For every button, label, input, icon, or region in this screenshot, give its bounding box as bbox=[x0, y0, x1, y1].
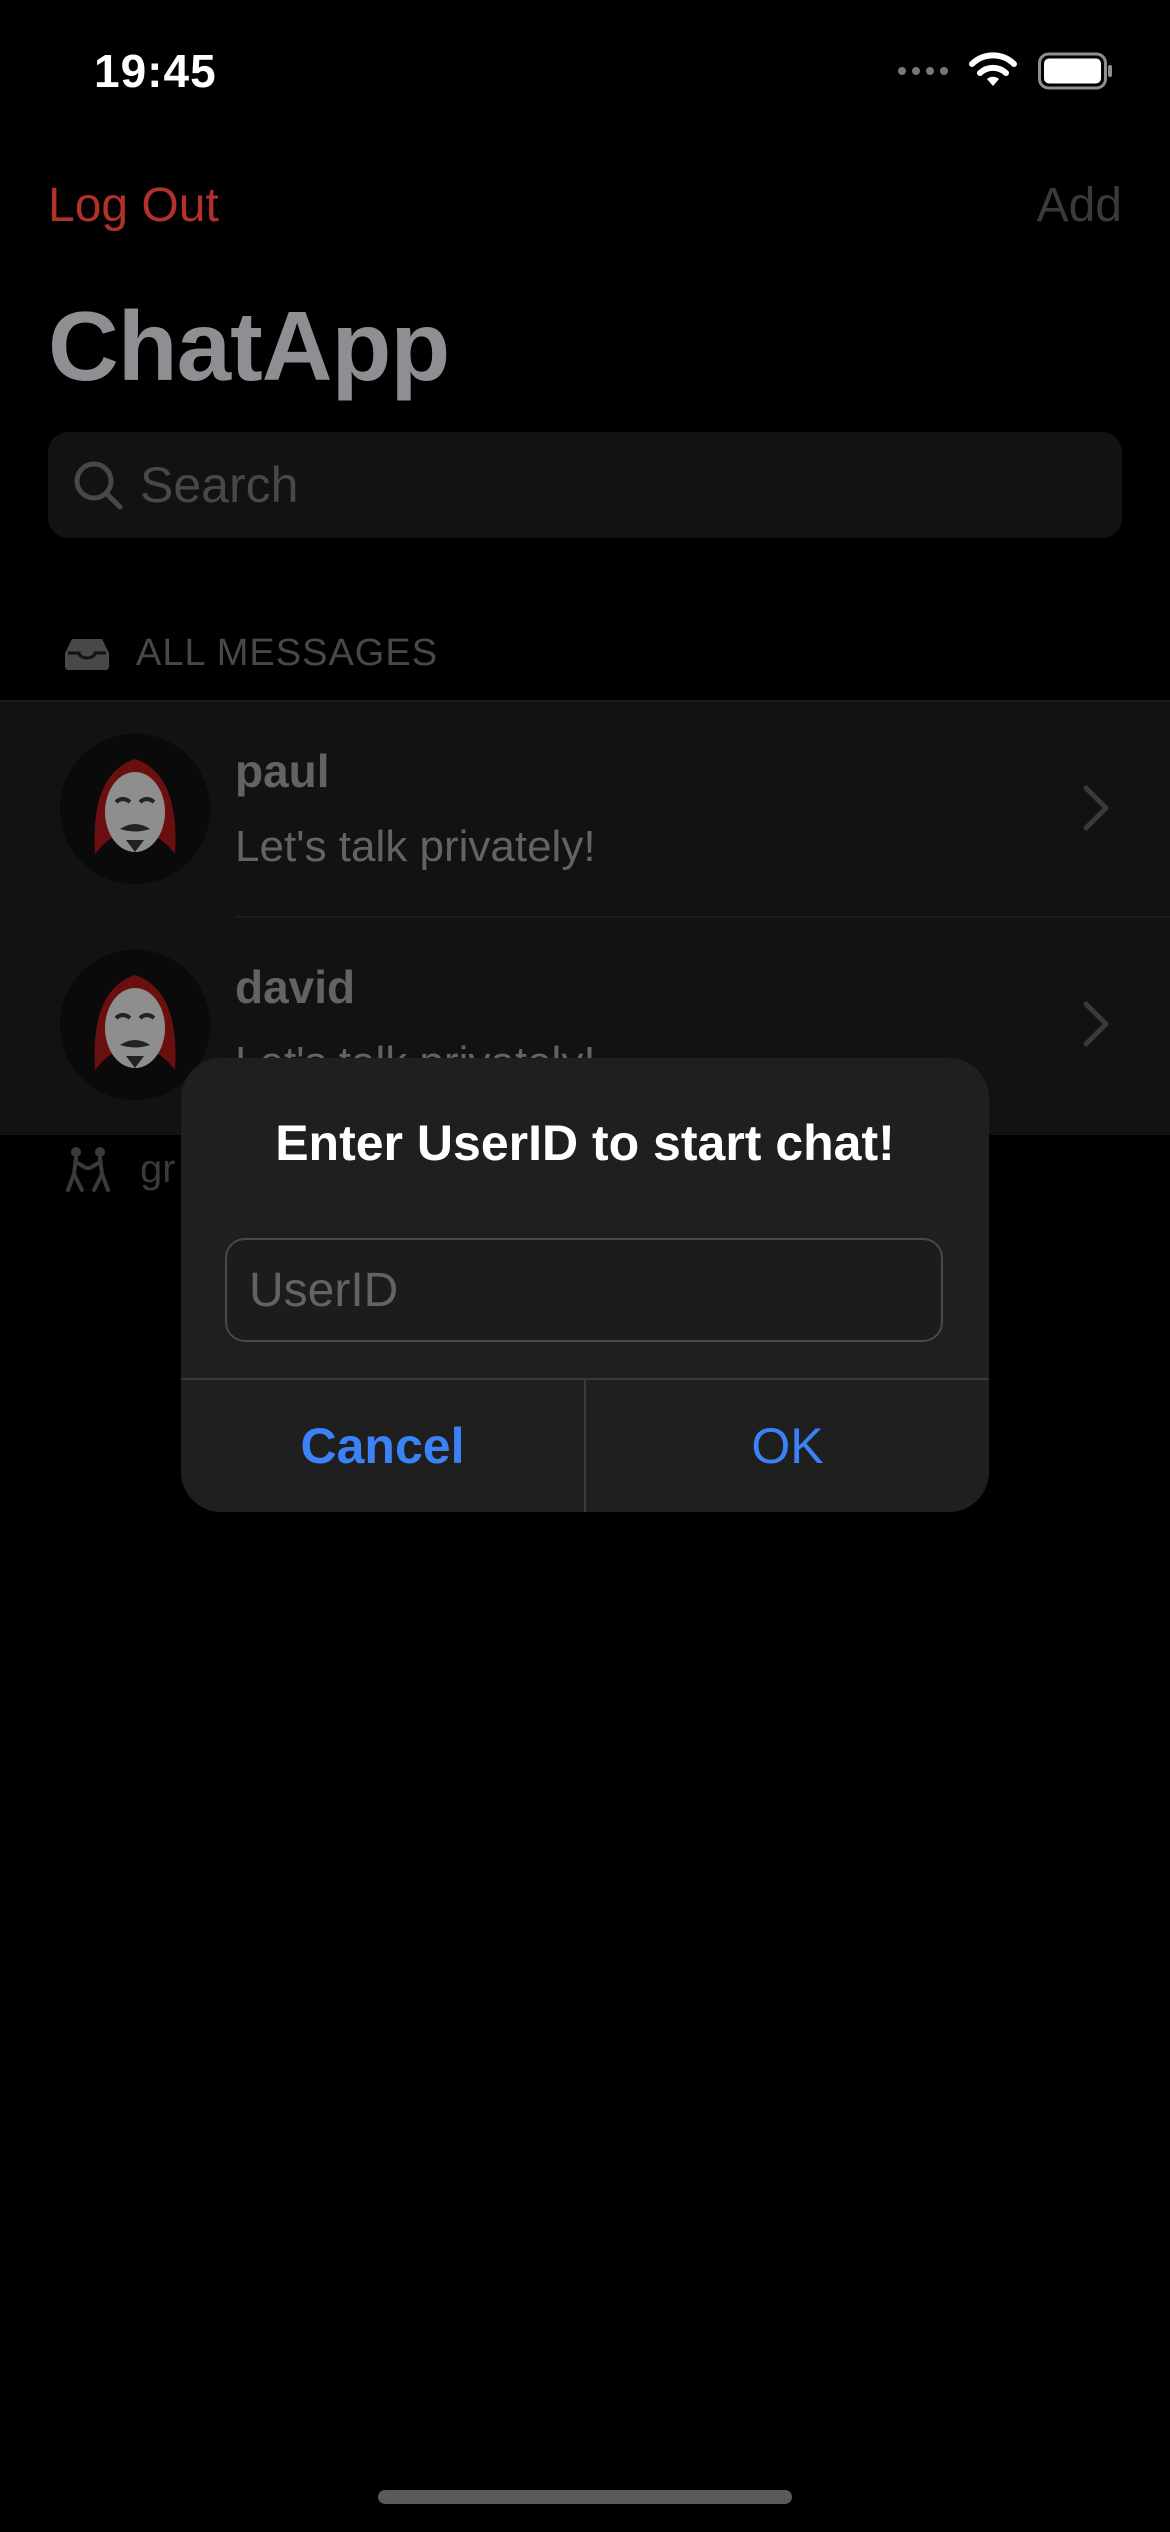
page-title: ChatApp bbox=[48, 291, 450, 401]
chat-name: paul bbox=[235, 745, 330, 797]
search-icon bbox=[74, 461, 123, 510]
mask-avatar-icon bbox=[60, 734, 210, 884]
screen: 19:45 Log Out Add ChatApp Search ALL MES… bbox=[0, 0, 1170, 2532]
home-indicator[interactable] bbox=[378, 2490, 792, 2504]
userid-field[interactable] bbox=[225, 1238, 943, 1342]
add-button[interactable]: Add bbox=[1037, 178, 1122, 233]
tray-icon bbox=[65, 638, 109, 670]
search-placeholder: Search bbox=[140, 457, 299, 513]
ok-button[interactable]: OK bbox=[586, 1380, 989, 1512]
groups-header: gr bbox=[64, 1146, 176, 1192]
all-messages-label: ALL MESSAGES bbox=[136, 632, 439, 674]
userid-input[interactable] bbox=[227, 1239, 941, 1341]
battery-icon bbox=[1038, 52, 1112, 90]
cellular-signal-icon bbox=[898, 67, 948, 75]
chat-name: david bbox=[235, 961, 356, 1013]
chevron-right-icon bbox=[1083, 1001, 1109, 1047]
start-chat-alert: Enter UserID to start chat! Cancel OK bbox=[181, 1058, 989, 1512]
wifi-icon bbox=[969, 52, 1017, 86]
all-messages-header: ALL MESSAGES bbox=[64, 632, 438, 675]
search-bar[interactable]: Search bbox=[48, 432, 1122, 538]
alert-title: Enter UserID to start chat! bbox=[275, 1115, 895, 1171]
log-out-button[interactable]: Log Out bbox=[48, 178, 219, 233]
chat-last-message: Let's talk privately! bbox=[235, 822, 596, 871]
chevron-right-icon bbox=[1083, 785, 1109, 831]
cancel-button[interactable]: Cancel bbox=[181, 1380, 584, 1512]
chat-row-paul[interactable]: paul Let's talk privately! bbox=[0, 702, 1170, 918]
status-icons bbox=[898, 52, 1114, 90]
dancing-people-icon bbox=[66, 1147, 110, 1192]
status-time: 19:45 bbox=[94, 45, 217, 97]
groups-label: gr bbox=[140, 1146, 176, 1191]
